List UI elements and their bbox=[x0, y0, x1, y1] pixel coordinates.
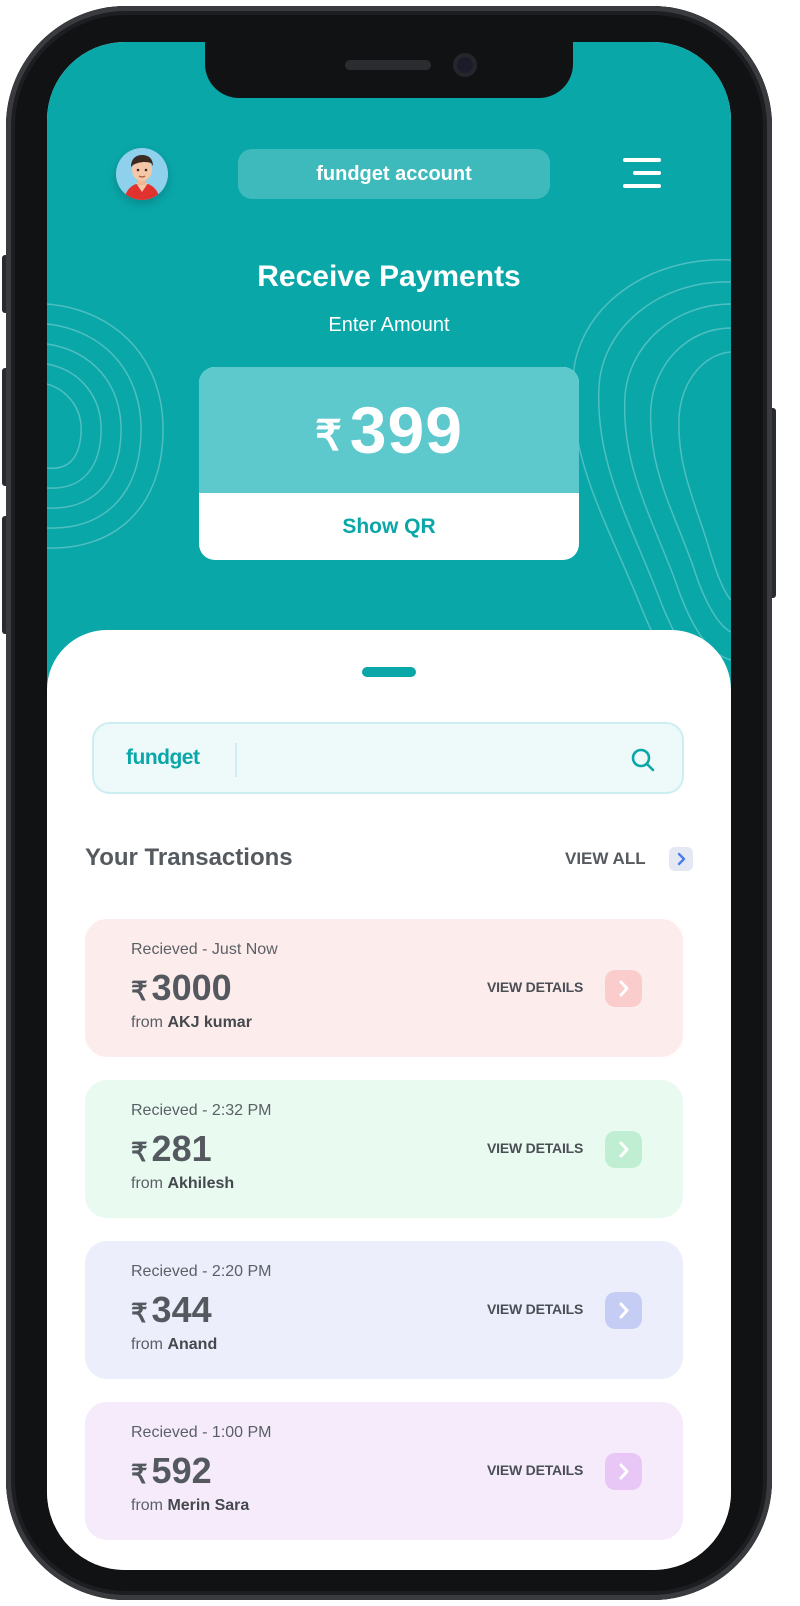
search-icon[interactable] bbox=[630, 747, 656, 773]
chevron-right-icon[interactable] bbox=[605, 1131, 642, 1168]
page-title: Receive Payments bbox=[257, 260, 521, 293]
chevron-right-icon[interactable] bbox=[669, 847, 693, 871]
sender-prefix: from bbox=[131, 1497, 163, 1514]
transaction-status: Recieved - 2:20 PM bbox=[131, 1263, 272, 1280]
transaction-sender: from AKJ kumar bbox=[131, 1014, 252, 1032]
sheet-drag-handle[interactable] bbox=[362, 667, 416, 677]
transaction-amount-value: 344 bbox=[151, 1289, 212, 1330]
account-switcher-button[interactable]: fundget account bbox=[238, 149, 550, 199]
sender-name: Merin Sara bbox=[167, 1497, 250, 1514]
amount-prompt-label: Enter Amount bbox=[328, 314, 450, 336]
search-bar: fundget bbox=[92, 722, 684, 794]
transaction-amount: ₹281 bbox=[131, 1128, 212, 1170]
chevron-right-icon[interactable] bbox=[605, 970, 642, 1007]
transaction-amount: ₹592 bbox=[131, 1450, 212, 1492]
phone-notch bbox=[205, 42, 573, 98]
transaction-amount: ₹344 bbox=[131, 1289, 212, 1331]
search-divider bbox=[235, 743, 237, 777]
sender-name: Anand bbox=[167, 1336, 218, 1353]
view-details-link[interactable]: VIEW DETAILS bbox=[487, 1462, 583, 1478]
transaction-status: Recieved - 1:00 PM bbox=[131, 1424, 272, 1441]
transaction-sender: from Anand bbox=[131, 1336, 217, 1354]
amount-card: ₹ 399 Show QR bbox=[199, 367, 579, 560]
transactions-sheet: fundget Your Transactions VIEW ALL Recie… bbox=[47, 630, 731, 1570]
amount-input[interactable]: ₹ 399 bbox=[199, 367, 579, 493]
front-camera-icon bbox=[453, 53, 477, 77]
transaction-sender: from Merin Sara bbox=[131, 1497, 249, 1515]
rupee-currency-symbol: ₹ bbox=[131, 976, 148, 1006]
transaction-sender: from Akhilesh bbox=[131, 1175, 234, 1193]
phone-screen: fundget account Receive Payments Enter A… bbox=[47, 42, 731, 1570]
avatar[interactable] bbox=[116, 148, 168, 200]
sender-name: AKJ kumar bbox=[167, 1014, 252, 1031]
transaction-status: Recieved - 2:32 PM bbox=[131, 1102, 272, 1119]
transaction-card[interactable]: Recieved - Just Now ₹3000 from AKJ kumar… bbox=[85, 919, 683, 1057]
user-avatar-icon bbox=[116, 148, 168, 200]
sender-prefix: from bbox=[131, 1014, 163, 1031]
view-all-link[interactable]: VIEW ALL bbox=[565, 849, 646, 869]
view-details-link[interactable]: VIEW DETAILS bbox=[487, 1301, 583, 1317]
sender-prefix: from bbox=[131, 1336, 163, 1353]
rupee-currency-symbol: ₹ bbox=[315, 411, 342, 459]
earpiece-speaker bbox=[345, 60, 431, 70]
hamburger-menu-icon[interactable] bbox=[623, 158, 661, 188]
transaction-amount-value: 281 bbox=[151, 1128, 212, 1169]
transaction-status: Recieved - Just Now bbox=[131, 941, 278, 958]
rupee-currency-symbol: ₹ bbox=[131, 1459, 148, 1489]
view-details-link[interactable]: VIEW DETAILS bbox=[487, 1140, 583, 1156]
sender-name: Akhilesh bbox=[167, 1175, 235, 1192]
search-input[interactable] bbox=[246, 738, 616, 780]
transaction-amount-value: 592 bbox=[151, 1450, 212, 1491]
transaction-card[interactable]: Recieved - 2:32 PM ₹281 from Akhilesh VI… bbox=[85, 1080, 683, 1218]
chevron-right-icon[interactable] bbox=[605, 1292, 642, 1329]
amount-value: 399 bbox=[349, 393, 463, 467]
rupee-currency-symbol: ₹ bbox=[131, 1298, 148, 1328]
transaction-amount: ₹3000 bbox=[131, 967, 232, 1009]
chevron-right-icon[interactable] bbox=[605, 1453, 642, 1490]
rupee-currency-symbol: ₹ bbox=[131, 1137, 148, 1167]
transaction-amount-value: 3000 bbox=[151, 967, 232, 1008]
show-qr-button[interactable]: Show QR bbox=[199, 493, 579, 560]
transactions-heading: Your Transactions bbox=[85, 844, 293, 871]
view-details-link[interactable]: VIEW DETAILS bbox=[487, 979, 583, 995]
transaction-card[interactable]: Recieved - 1:00 PM ₹592 from Merin Sara … bbox=[85, 1402, 683, 1540]
brand-logo-text: fundget bbox=[126, 746, 200, 769]
transaction-card[interactable]: Recieved - 2:20 PM ₹344 from Anand VIEW … bbox=[85, 1241, 683, 1379]
sender-prefix: from bbox=[131, 1175, 163, 1192]
